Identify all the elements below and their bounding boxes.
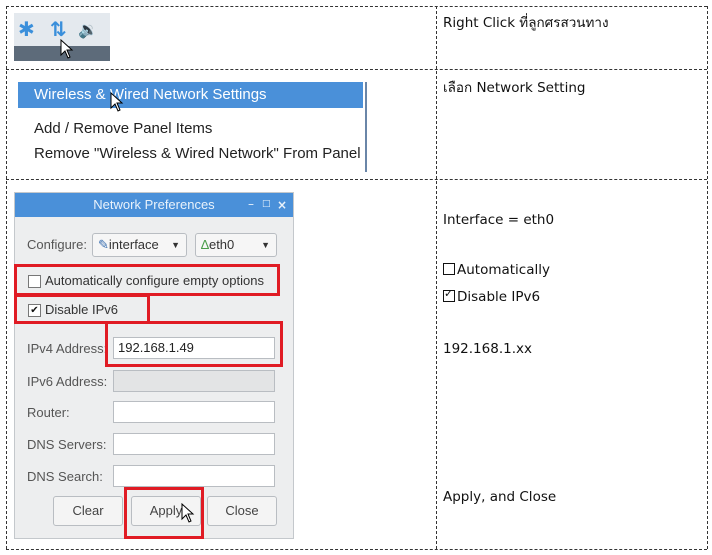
table-border (6, 69, 707, 70)
interface-dropdown[interactable]: ∆eth0 ▼ (195, 233, 277, 257)
ipv4-input[interactable]: 192.168.1.49 (113, 337, 275, 359)
table-border (6, 6, 7, 549)
configure-dropdown[interactable]: ✎interface ▼ (92, 233, 187, 257)
ipv4-label: IPv4 Address: (27, 341, 108, 356)
minimize-icon[interactable]: – (248, 193, 254, 215)
configure-label: Configure: (27, 237, 87, 252)
table-border (6, 6, 707, 7)
instruction-auto: Automatically (443, 262, 550, 278)
network-device-icon: ∆ (201, 237, 209, 252)
table-border (6, 179, 707, 180)
router-label: Router: (27, 405, 70, 420)
ipv6-address-label: IPv6 Address: (27, 374, 108, 389)
mouse-cursor-icon (181, 503, 195, 523)
auto-configure-label: Automatically configure empty options (45, 273, 264, 288)
ipv6-input (113, 370, 275, 392)
row2-instruction: เลือก Network Setting (443, 80, 586, 96)
close-icon[interactable]: × (277, 193, 287, 217)
instruction-ipv6: ✓ Disable IPv6 (443, 287, 541, 305)
row1-instruction: Right Click ที่ลูกศรสวนทาง (443, 15, 609, 31)
menu-item-add-remove-panel[interactable]: Add / Remove Panel Items (34, 120, 212, 137)
instruction-interface: Interface = eth0 (443, 212, 555, 228)
instruction-ip: 192.168.1.xx (443, 341, 532, 357)
disable-ipv6-label: Disable IPv6 (45, 302, 118, 317)
unchecked-box-icon (443, 263, 455, 275)
checked-box-icon: ✓ (443, 287, 455, 302)
router-input[interactable] (113, 401, 275, 423)
mouse-cursor-icon (60, 39, 74, 59)
close-button[interactable]: Close (207, 496, 277, 526)
bluetooth-icon[interactable]: ✱ (18, 17, 35, 41)
table-border (436, 6, 437, 549)
table-border (707, 6, 708, 549)
auto-configure-checkbox[interactable] (28, 275, 41, 288)
menu-item-remove-from-panel[interactable]: Remove "Wireless & Wired Network" From P… (34, 145, 361, 162)
maximize-icon[interactable]: □ (262, 193, 271, 215)
configure-value: interface (108, 237, 159, 252)
network-preferences-dialog: Network Preferences – □ × Configure: ✎in… (14, 192, 294, 539)
dns-search-label: DNS Search: (27, 469, 103, 484)
dns-servers-input[interactable] (113, 433, 275, 455)
network-arrows-icon[interactable]: ⇅ (50, 17, 67, 41)
dns-servers-label: DNS Servers: (27, 437, 107, 452)
chevron-down-icon: ▼ (261, 240, 270, 250)
taskbar-snippet: ✱ ⇅ 🔉 (14, 13, 110, 61)
clear-button[interactable]: Clear (53, 496, 123, 526)
instruction-apply: Apply, and Close (443, 489, 557, 505)
menu-item-network-settings[interactable]: Wireless & Wired Network Settings (18, 82, 363, 108)
volume-icon[interactable]: 🔉 (78, 20, 98, 39)
disable-ipv6-checkbox[interactable]: ✔ (28, 304, 41, 317)
interface-icon: ✎ (98, 237, 109, 252)
dns-search-input[interactable] (113, 465, 275, 487)
chevron-down-icon: ▼ (171, 240, 180, 250)
mouse-cursor-icon (110, 92, 124, 112)
table-border (6, 549, 707, 550)
interface-value: eth0 (208, 237, 235, 252)
context-menu: Wireless & Wired Network Settings Add / … (18, 82, 367, 172)
